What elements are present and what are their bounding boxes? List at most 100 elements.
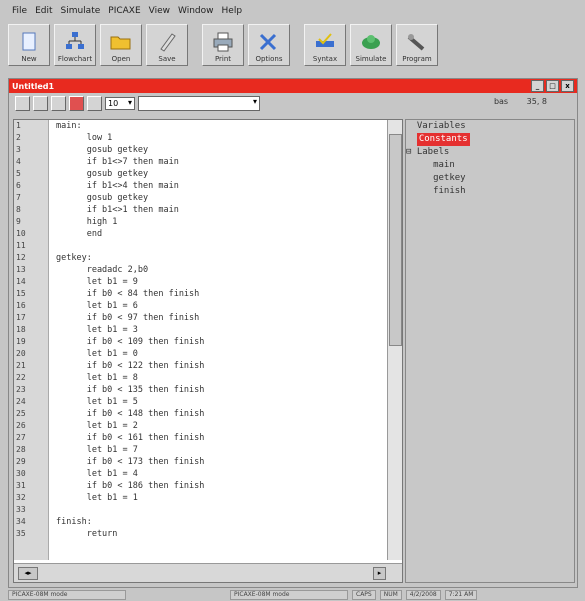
close-button[interactable]: x [561,80,574,92]
tree-item-variables[interactable]: Variables [406,120,574,133]
tree-item-constants[interactable]: Constants [406,133,574,146]
code-line[interactable]: if b0 < 173 then finish [56,456,386,468]
window-icon[interactable] [51,95,66,111]
line-number: 14 [16,277,26,286]
code-line[interactable]: let b1 = 7 [56,444,386,456]
code-line[interactable]: if b1<>4 then main [56,180,386,192]
code-line[interactable]: let b1 = 9 [56,276,386,288]
line-number: 31 [16,481,26,490]
code-line[interactable]: let b1 = 2 [56,420,386,432]
maximize-button[interactable]: □ [546,80,559,92]
code-line[interactable]: let b1 = 1 [56,492,386,504]
code-line[interactable]: if b0 < 161 then finish [56,432,386,444]
vertical-scrollbar[interactable] [387,120,402,560]
simulate-button[interactable]: Simulate [350,24,392,66]
line-number: 3 [16,145,21,154]
status-bar: PICAXE-08M mode PICAXE-08M mode CAPS NUM… [8,590,578,600]
code-line[interactable]: let b1 = 6 [56,300,386,312]
menu-file[interactable]: File [12,6,27,16]
code-line[interactable] [56,504,386,516]
code-line[interactable]: if b1<>7 then main [56,156,386,168]
doc-icon[interactable] [33,95,48,111]
code-line[interactable]: let b1 = 0 [56,348,386,360]
code-line[interactable]: if b0 < 84 then finish [56,288,386,300]
code-line[interactable]: if b1<>1 then main [56,204,386,216]
code-line[interactable]: let b1 = 5 [56,396,386,408]
code-line[interactable]: gosub getkey [56,144,386,156]
font-size-select[interactable]: 10 [105,96,135,110]
menu-simulate[interactable]: Simulate [61,6,101,16]
flowchart-label: Flowchart [57,55,93,63]
label-tree: Variables Constants ⊟ Labels main getkey… [405,119,575,583]
tree-item-finish[interactable]: finish [406,185,574,198]
menu-bar: File Edit Simulate PICAXE View Window He… [0,0,585,22]
code-line[interactable]: let b1 = 3 [56,324,386,336]
code-line[interactable]: let b1 = 8 [56,372,386,384]
new-button[interactable]: New [8,24,50,66]
line-number: 35 [16,529,26,538]
save-button[interactable]: Save [146,24,188,66]
code-line[interactable]: if b0 < 122 then finish [56,360,386,372]
code-line[interactable]: high 1 [56,216,386,228]
line-number: 30 [16,469,26,478]
code-editor[interactable]: 1 2 3 4 5 6 7 8 9 10 11 12 13 14 15 16 17 18 19 20 21 22 23 24 2… [13,119,403,583]
scroll-left-button[interactable]: ◂▸ [18,567,38,580]
editor-status: bas 35, 8 [478,97,547,106]
line-number: 25 [16,409,26,418]
menu-view[interactable]: View [149,6,170,16]
line-number: 1 [16,121,21,130]
code-line[interactable]: if b0 < 109 then finish [56,336,386,348]
simulate-label: Simulate [355,55,387,63]
line-number: 26 [16,421,26,430]
code-area[interactable]: main: low 1 gosub getkey if b1<>7 then m… [56,120,386,560]
flowchart-icon [66,32,84,49]
code-line[interactable]: getkey: [56,252,386,264]
code-line[interactable]: if b0 < 135 then finish [56,384,386,396]
minimize-button[interactable]: _ [531,80,544,92]
redo-icon[interactable] [87,95,102,111]
menu-window[interactable]: Window [178,6,214,16]
menu-help[interactable]: Help [222,6,243,16]
code-line[interactable]: main: [56,120,386,132]
code-line[interactable] [56,240,386,252]
code-line[interactable]: gosub getkey [56,168,386,180]
menu-picaxe[interactable]: PICAXE [108,6,140,16]
syntax-button[interactable]: Syntax [304,24,346,66]
code-line[interactable]: if b0 < 148 then finish [56,408,386,420]
tree-item-main[interactable]: main [406,159,574,172]
undo-icon[interactable] [69,95,84,111]
line-number: 17 [16,313,26,322]
scroll-right-button[interactable]: ▸ [373,567,386,580]
print-button[interactable]: Print [202,24,244,66]
status-time: 7:21 AM [444,590,478,600]
menu-edit[interactable]: Edit [35,6,52,16]
open-button[interactable]: Open [100,24,142,66]
code-line[interactable]: finish: [56,516,386,528]
main-toolbar: New Flowchart Open Save Print Options Sy… [8,24,578,70]
options-button[interactable]: Options [248,24,290,66]
status-mode-2: PICAXE-08M mode [230,590,348,600]
code-line[interactable]: gosub getkey [56,192,386,204]
tree-item-labels[interactable]: ⊟ Labels [406,146,574,159]
code-line[interactable]: low 1 [56,132,386,144]
tree-item-getkey[interactable]: getkey [406,172,574,185]
code-line[interactable]: end [56,228,386,240]
options-label: Options [255,55,283,63]
open-label: Open [111,55,131,63]
code-line[interactable]: let b1 = 4 [56,468,386,480]
label-select[interactable] [138,95,260,111]
flowchart-button[interactable]: Flowchart [54,24,96,66]
scroll-thumb[interactable] [389,134,402,346]
window-titlebar[interactable]: Untitled1 _ □ x [9,79,577,93]
horizontal-scrollbar[interactable]: ◂▸ ▸ [14,563,402,582]
code-line[interactable]: readadc 2,b0 [56,264,386,276]
line-number: 21 [16,361,26,370]
chart-icon[interactable] [15,95,30,111]
code-line[interactable]: if b0 < 186 then finish [56,480,386,492]
line-number: 23 [16,385,26,394]
code-line[interactable]: if b0 < 97 then finish [56,312,386,324]
program-button[interactable]: Program [396,24,438,66]
line-number: 15 [16,289,26,298]
code-line[interactable]: return [56,528,386,540]
line-number: 18 [16,325,26,334]
